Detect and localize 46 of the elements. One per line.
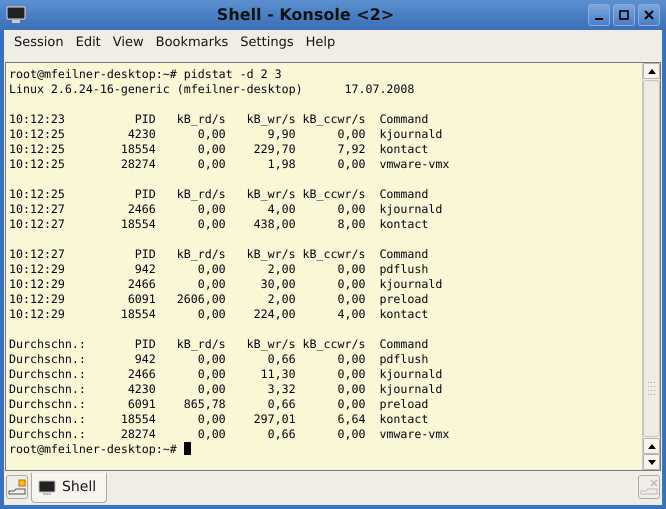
terminal-line: 10:12:29 18554 0,00 224,00 4,00 kontact <box>9 307 430 322</box>
terminal-line: 10:12:29 942 0,00 2,00 0,00 pdflush <box>9 262 430 277</box>
maximize-icon <box>619 10 629 20</box>
terminal-line: 10:12:29 6091 2606,00 2,00 0,00 preload <box>9 292 430 307</box>
terminal-line: root@mfeilner-desktop:~# pidstat -d 2 3 <box>9 67 283 82</box>
menu-item[interactable]: Settings <box>234 33 300 53</box>
terminal-icon <box>38 480 56 496</box>
terminal-line: 10:12:27 18554 0,00 438,00 8,00 kontact <box>9 217 430 232</box>
terminal-line: Durchschn.: 18554 0,00 297,01 6,64 kontact <box>9 412 430 427</box>
terminal-line: 10:12:27 PID kB_rd/s kB_wr/s kB_ccwr/s Command <box>9 247 430 262</box>
maximize-button[interactable] <box>613 4 635 26</box>
window-title: Shell - Konsole <2> <box>216 4 396 26</box>
terminal-line: 10:12:23 PID kB_rd/s kB_wr/s kB_ccwr/s Command <box>9 112 430 127</box>
close-icon <box>644 10 654 20</box>
terminal-line: Linux 2.6.24-16-generic (mfeilner-desktop) 17.07.2008 <box>9 82 416 97</box>
terminal-line: Durchschn.: 6091 865,78 0,66 0,00 preload <box>9 397 430 412</box>
menu-item[interactable]: View <box>106 33 150 53</box>
new-session-button[interactable] <box>6 475 28 499</box>
terminal-line: Durchschn.: 942 0,00 0,66 0,00 pdflush <box>9 352 430 367</box>
close-session-icon <box>640 479 658 495</box>
terminal-icon[interactable] <box>6 6 26 24</box>
terminal-line: 10:12:25 18554 0,00 229,70 7,92 kontact <box>9 142 430 157</box>
menu-item[interactable]: Edit <box>70 33 107 53</box>
session-tab[interactable]: Shell <box>31 473 108 503</box>
terminal-line: 10:12:29 2466 0,00 30,00 0,00 kjournald <box>9 277 444 292</box>
terminal-line: 10:12:25 PID kB_rd/s kB_wr/s kB_ccwr/s Command <box>9 187 430 202</box>
terminal-line: 10:12:25 28274 0,00 1,98 0,00 vmware-vmx <box>9 157 450 172</box>
scroll-down-arrow-icon[interactable] <box>648 460 656 464</box>
terminal-line: Durchschn.: 4230 0,00 3,32 0,00 kjournald <box>9 382 444 397</box>
menu-item[interactable]: Bookmarks <box>150 33 234 53</box>
scrollbar[interactable] <box>642 63 660 470</box>
terminal-line: Durchschn.: 2466 0,00 11,30 0,00 kjournald <box>9 367 444 382</box>
menu-item[interactable]: Help <box>300 33 342 53</box>
scroll-up-arrow-icon[interactable] <box>648 68 656 74</box>
terminal-line: Durchschn.: PID kB_rd/s kB_wr/s kB_ccwr/s Command <box>9 337 430 352</box>
new-session-icon <box>8 479 26 495</box>
minimize-icon <box>595 18 603 20</box>
terminal-prompt: root@mfeilner-desktop:~# <box>9 442 177 456</box>
terminal-line: 10:12:25 4230 0,00 9,90 0,00 kjournald <box>9 127 444 142</box>
terminal-line: 10:12:27 2466 0,00 4,00 0,00 kjournald <box>9 202 444 217</box>
minimize-button[interactable] <box>588 4 610 26</box>
terminal-line: Durchschn.: 28274 0,00 0,66 0,00 vmware-vmx <box>9 427 450 442</box>
menu-item[interactable]: Session <box>8 33 70 53</box>
close-button[interactable] <box>638 4 660 26</box>
text-cursor <box>184 442 191 455</box>
scroll-up-arrow-icon[interactable] <box>648 444 656 448</box>
